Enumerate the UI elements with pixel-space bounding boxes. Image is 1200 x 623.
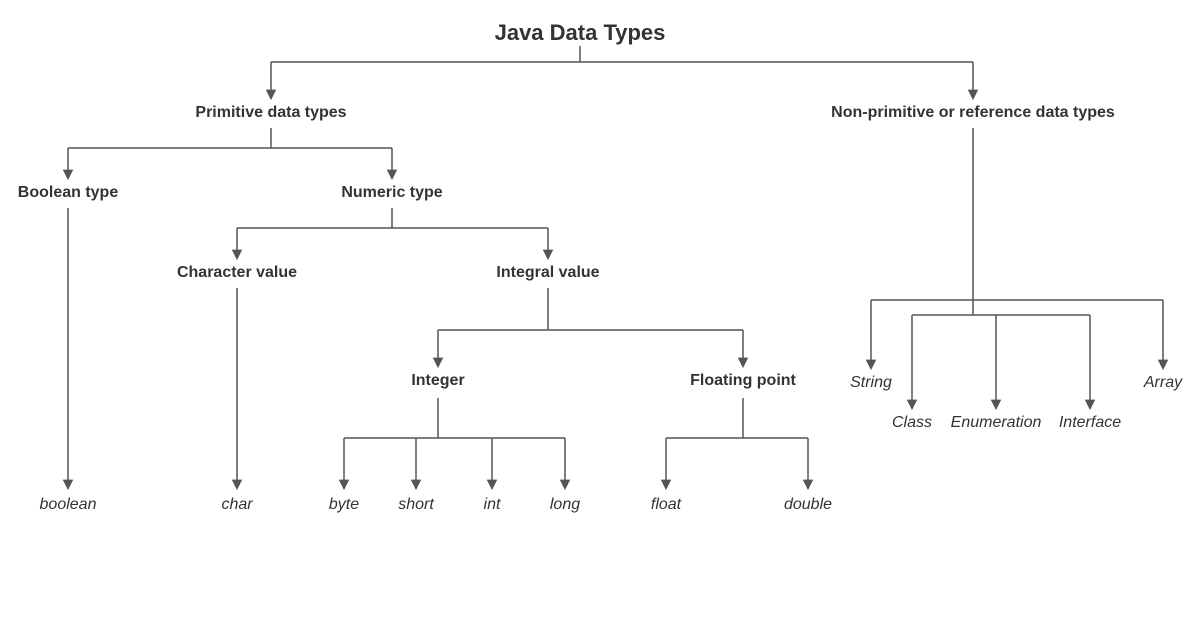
leaf-interface: Interface [1055,414,1125,432]
leaf-short: short [391,496,441,514]
diagram-title: Java Data Types [480,20,680,46]
node-floating-point: Floating point [683,372,803,390]
node-primitive: Primitive data types [171,104,371,122]
diagram-connectors [0,0,1200,623]
leaf-float: float [641,496,691,514]
leaf-char: char [207,496,267,514]
leaf-long: long [540,496,590,514]
node-boolean-type: Boolean type [8,184,128,202]
node-numeric-type: Numeric type [332,184,452,202]
leaf-int: int [472,496,512,514]
node-nonprimitive: Non-primitive or reference data types [823,104,1123,122]
node-character-value: Character value [167,264,307,282]
node-integral-value: Integral value [478,264,618,282]
leaf-class: Class [887,414,937,432]
leaf-byte: byte [319,496,369,514]
node-integer: Integer [398,372,478,390]
leaf-string: String [841,374,901,392]
leaf-enumeration: Enumeration [946,414,1046,432]
leaf-double: double [778,496,838,514]
leaf-boolean: boolean [28,496,108,514]
leaf-array: Array [1133,374,1193,392]
